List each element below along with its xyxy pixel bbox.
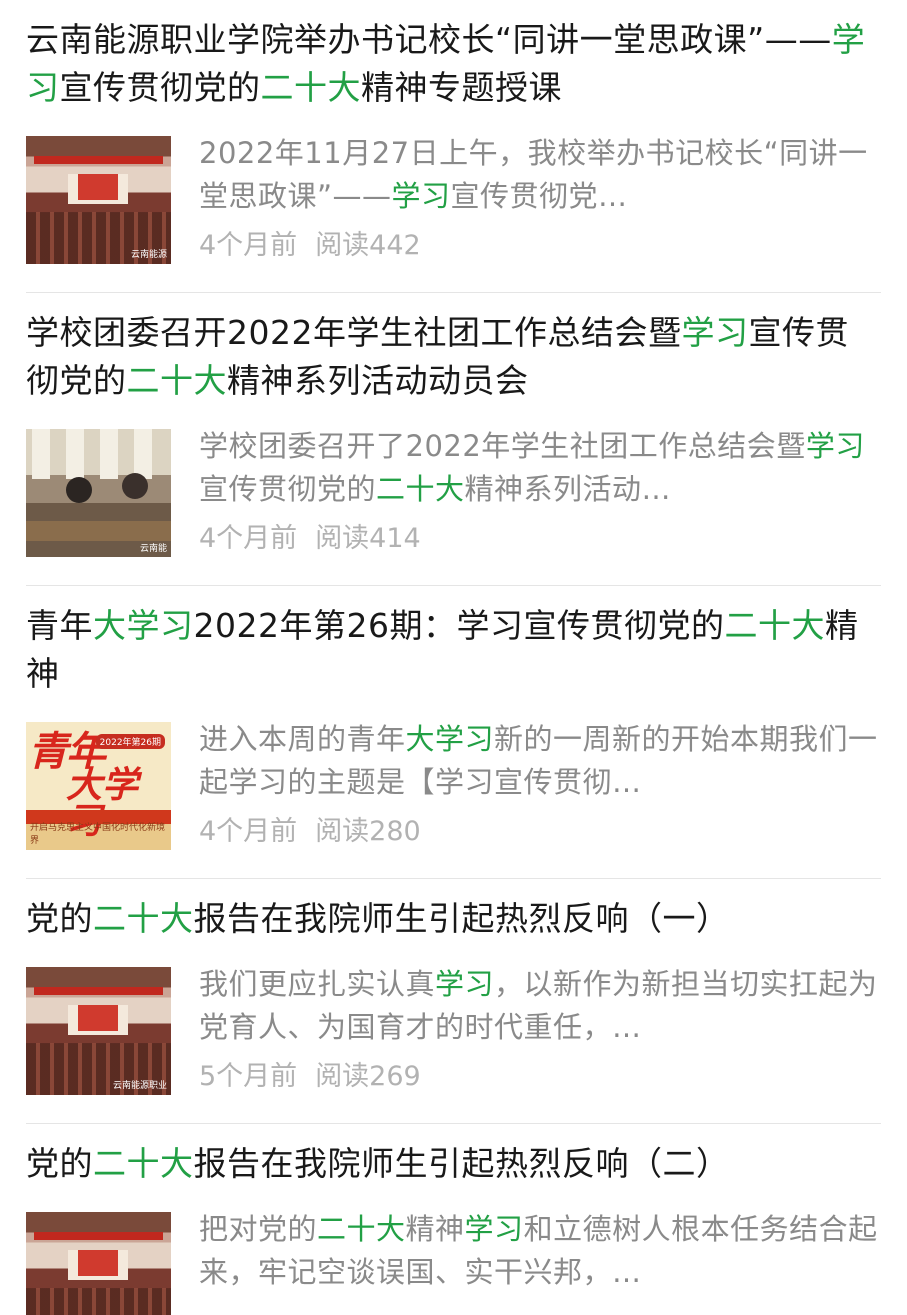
article-summary: 进入本周的青年大学习新的一周新的开始本期我们一起学习的主题是【学习宣传贯彻… [199, 718, 881, 804]
article-time: 4个月前 [199, 523, 298, 554]
article-title[interactable]: 党的二十大报告在我院师生引起热烈反响（一） [26, 895, 881, 943]
article-thumbnail[interactable]: 云南能源职业 [26, 967, 171, 1095]
text-segment: 学校团委召开了2022年学生社团工作总结会暨 [199, 429, 806, 463]
highlighted-keyword: 二十大 [376, 472, 465, 506]
text-segment: 进入本周的青年 [199, 722, 406, 756]
text-segment: 把对党的 [199, 1212, 318, 1246]
article-item-2[interactable]: 学校团委召开2022年学生社团工作总结会暨学习宣传贯彻党的二十大精神系列活动动员… [0, 293, 907, 586]
table-shape [26, 521, 171, 541]
article-item-5[interactable]: 党的二十大报告在我院师生引起热烈反响（二） 把对党的二十大精神学习和立德树人根本… [0, 1124, 907, 1315]
seats-shape [26, 1288, 171, 1315]
highlighted-keyword: 二十大 [93, 1144, 194, 1183]
highlighted-keyword: 大学习 [405, 722, 495, 756]
text-segment: 精神系列活动动员会 [227, 361, 529, 400]
text-segment: 党的 [26, 1144, 93, 1183]
article-meta: 4个月前 阅读280 [199, 812, 881, 852]
article-reads: 阅读442 [315, 230, 421, 261]
article-item-4[interactable]: 党的二十大报告在我院师生引起热烈反响（一） 云南能源职业 我们更应扎实认真学习，… [0, 879, 907, 1124]
window-shape [100, 429, 118, 479]
text-segment: 学校团委召开2022年学生社团工作总结会暨 [26, 313, 682, 352]
highlighted-keyword: 学习 [435, 967, 495, 1001]
article-item-3[interactable]: 青年大学习2022年第26期：学习宣传贯彻党的二十大精神 青年 大学习 2022… [0, 586, 907, 879]
person-shape [122, 473, 148, 499]
highlighted-keyword: 大学习 [93, 606, 194, 645]
article-body: 青年 大学习 2022年第26期 开启马克思主义中国化时代化新境界 进入本周的青… [26, 718, 881, 852]
article-summary: 我们更应扎实认真学习，以新作为新担当切实扛起为党育人、为国育才的时代重任，… [199, 963, 881, 1049]
article-thumbnail[interactable]: 青年 大学习 2022年第26期 开启马克思主义中国化时代化新境界 [26, 722, 171, 850]
article-body: 把对党的二十大精神学习和立德树人根本任务结合起来，牢记空谈误国、实干兴邦，… [26, 1208, 881, 1315]
article-thumbnail[interactable] [26, 1212, 171, 1315]
text-segment: 宣传贯彻党… [450, 179, 628, 213]
screen-inner-shape [78, 174, 118, 200]
thumbnail-watermark: 云南能源职业 [112, 1081, 167, 1091]
window-shape [32, 429, 50, 479]
window-shape [134, 429, 152, 479]
text-segment: 云南能源职业学院举办书记校长“同讲一堂思政课”—— [26, 20, 832, 59]
text-segment: 党的 [26, 899, 93, 938]
article-item-1[interactable]: 云南能源职业学院举办书记校长“同讲一堂思政课”—— 学习 宣传贯彻党的二十大精神专题… [0, 0, 907, 293]
article-time: 4个月前 [199, 816, 298, 847]
thumbnail-watermark: 云南能源 [130, 250, 167, 260]
article-reads: 阅读269 [315, 1061, 421, 1092]
highlighted-keyword: 二十大 [260, 68, 361, 107]
article-list: 云南能源职业学院举办书记校长“同讲一堂思政课”——学习宣传贯彻党的二十大精神专题… [0, 0, 907, 1315]
text-segment: 报告在我院师生引起热烈反响（一） [193, 899, 730, 938]
text-segment: 青年 [26, 606, 93, 645]
article-body: 云南能源 2022年11月27日上午，我校举办书记校长“同讲一堂思政课”——学习… [26, 132, 881, 266]
thumbnail-issue-tag: 2022年第26期 [95, 734, 165, 749]
article-title[interactable]: 云南能源职业学院举办书记校长“同讲一堂思政课”——学习宣传贯彻党的二十大精神专题… [26, 16, 881, 112]
article-time: 5个月前 [199, 1061, 298, 1092]
text-segment: 我们更应扎实认真 [199, 967, 436, 1001]
article-content: 进入本周的青年大学习新的一周新的开始本期我们一起学习的主题是【学习宣传贯彻… 4… [199, 718, 881, 852]
article-summary: 2022年11月27日上午，我校举办书记校长“同讲一堂思政课”——学习宣传贯彻党… [199, 132, 881, 218]
highlighted-keyword: 学习 [391, 179, 451, 213]
thumbnail-footer: 开启马克思主义中国化时代化新境界 [30, 823, 166, 846]
screen-inner-shape [78, 1005, 118, 1031]
article-meta: 5个月前 阅读269 [199, 1057, 881, 1097]
window-shape [66, 429, 84, 479]
article-thumbnail[interactable]: 云南能源 [26, 136, 171, 264]
highlighted-keyword: 二十大 [724, 606, 825, 645]
text-segment: 宣传贯彻党的 [199, 472, 377, 506]
article-reads: 阅读414 [315, 523, 421, 554]
article-time: 4个月前 [199, 230, 298, 261]
banner-shape [34, 156, 163, 164]
highlighted-keyword: 学习 [805, 429, 865, 463]
article-title[interactable]: 党的二十大报告在我院师生引起热烈反响（二） [26, 1140, 881, 1188]
article-title[interactable]: 青年大学习2022年第26期：学习宣传贯彻党的二十大精神 [26, 602, 881, 698]
article-summary: 把对党的二十大精神学习和立德树人根本任务结合起来，牢记空谈误国、实干兴邦，… [199, 1208, 881, 1294]
article-content: 2022年11月27日上午，我校举办书记校长“同讲一堂思政课”——学习宣传贯彻党… [199, 132, 881, 266]
text-segment: 2022年第26期：学习宣传贯彻党的 [193, 606, 725, 645]
banner-shape [34, 987, 163, 995]
article-content: 我们更应扎实认真学习，以新作为新担当切实扛起为党育人、为国育才的时代重任，… 5… [199, 963, 881, 1097]
highlighted-keyword: 二十大 [93, 899, 194, 938]
article-content: 把对党的二十大精神学习和立德树人根本任务结合起来，牢记空谈误国、实干兴邦，… [199, 1208, 881, 1315]
thumbnail-watermark: 云南能 [139, 544, 167, 554]
text-segment: 精神专题授课 [361, 68, 562, 107]
article-summary: 学校团委召开了2022年学生社团工作总结会暨学习宣传贯彻党的二十大精神系列活动… [199, 425, 881, 511]
screen-inner-shape [78, 1250, 118, 1276]
text-segment: 精神系列活动… [464, 472, 672, 506]
text-segment: 报告在我院师生引起热烈反响（二） [193, 1144, 730, 1183]
text-segment: 宣传贯彻党的 [59, 68, 261, 107]
highlighted-keyword: 学习 [681, 313, 749, 352]
article-thumbnail[interactable]: 云南能 [26, 429, 171, 557]
highlighted-keyword: 二十大 [317, 1212, 406, 1246]
person-shape [66, 477, 92, 503]
highlighted-keyword: 学习 [464, 1212, 524, 1246]
article-meta: 4个月前 阅读414 [199, 519, 881, 559]
text-segment: 精神 [405, 1212, 465, 1246]
article-body: 云南能源职业 我们更应扎实认真学习，以新作为新担当切实扛起为党育人、为国育才的时… [26, 963, 881, 1097]
article-title[interactable]: 学校团委召开2022年学生社团工作总结会暨学习宣传贯彻党的二十大精神系列活动动员… [26, 309, 881, 405]
article-meta: 4个月前 阅读442 [199, 226, 881, 266]
article-reads: 阅读280 [315, 816, 421, 847]
article-content: 学校团委召开了2022年学生社团工作总结会暨学习宣传贯彻党的二十大精神系列活动…… [199, 425, 881, 559]
banner-shape [34, 1232, 163, 1240]
article-body: 云南能 学校团委召开了2022年学生社团工作总结会暨学习宣传贯彻党的二十大精神系… [26, 425, 881, 559]
highlighted-keyword: 二十大 [126, 361, 227, 400]
